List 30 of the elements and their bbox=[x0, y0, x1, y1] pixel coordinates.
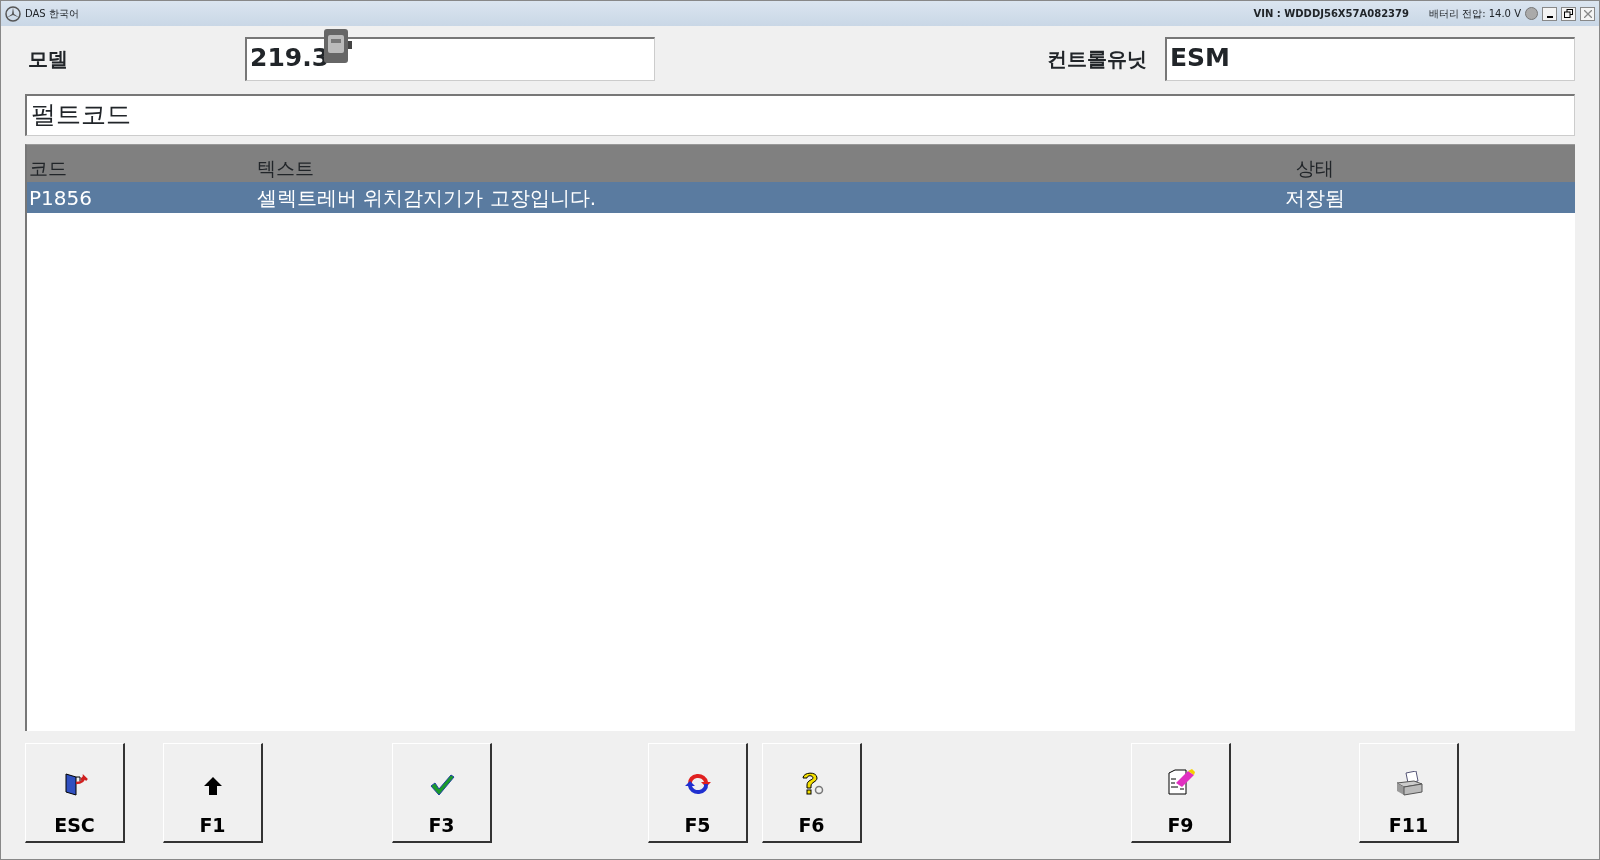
function-key-button[interactable]: F11 bbox=[1359, 743, 1459, 843]
table-row[interactable]: P1856 셀렉트레버 위치감지기가 고장입니다. 저장됨 bbox=[27, 182, 1575, 213]
fault-code-title: 펄트코드 bbox=[25, 94, 1575, 136]
table-cell: 셀렉트레버 위치감지기가 고장입니다. bbox=[257, 185, 597, 210]
model-label: 모델 bbox=[27, 46, 69, 73]
minimize-icon bbox=[1546, 15, 1553, 18]
logo-icon bbox=[5, 5, 21, 22]
function-key-button[interactable]: F9 bbox=[1131, 743, 1231, 843]
checkmark-icon bbox=[428, 772, 455, 797]
column-header[interactable]: 텍스트 bbox=[257, 156, 314, 179]
function-key-button[interactable]: F1 bbox=[163, 743, 263, 843]
function-key-button[interactable]: F6 bbox=[762, 743, 862, 843]
function-key-button[interactable]: F5 bbox=[648, 743, 748, 843]
control-unit-field[interactable]: ESM bbox=[1165, 37, 1575, 81]
restore-icon bbox=[1564, 9, 1573, 18]
column-header[interactable]: 코드 bbox=[29, 156, 67, 179]
close-icon bbox=[1583, 9, 1592, 18]
eraser-icon bbox=[1165, 766, 1196, 797]
window-title: DAS 한국어 bbox=[25, 7, 79, 21]
restore-button[interactable] bbox=[1561, 6, 1576, 21]
model-field[interactable]: 219.3 bbox=[245, 37, 655, 81]
table-cell: P1856 bbox=[29, 185, 92, 210]
function-key-button[interactable]: F3 bbox=[392, 743, 492, 843]
control-unit-label: 컨트롤유닛 bbox=[1047, 46, 1147, 73]
battery-voltage: 배터리 전압: 14.0 V bbox=[1429, 7, 1521, 21]
minimize-button[interactable] bbox=[1542, 6, 1557, 21]
table-cell: 저장됨 bbox=[1285, 185, 1345, 210]
vin-text: VIN : WDDDJ56X57A082379 bbox=[1253, 7, 1409, 21]
column-header[interactable]: 상태 bbox=[1296, 156, 1334, 179]
function-key-button[interactable]: ESC bbox=[25, 743, 125, 843]
